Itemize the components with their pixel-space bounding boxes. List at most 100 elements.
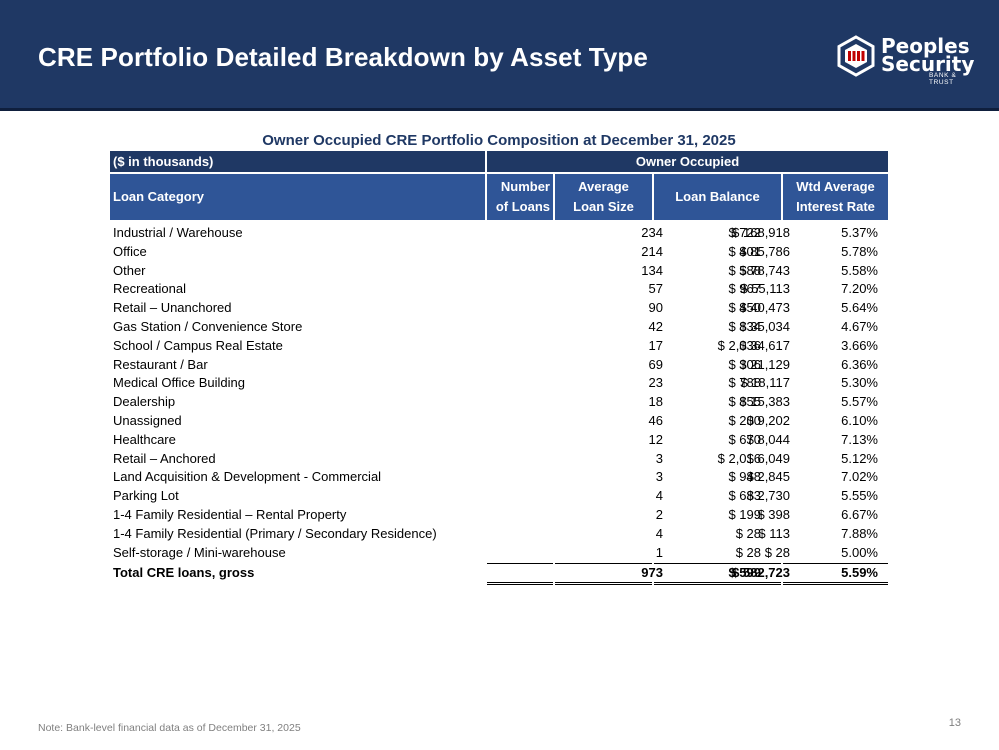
table-row: Dealership 18 $ 855 $ 15,383 5.57%: [110, 393, 888, 412]
column-header-number-line2: of Loans: [495, 199, 550, 214]
column-header-balance: Loan Balance: [654, 174, 781, 220]
row-num: 214: [641, 243, 663, 259]
table-row: Retail – Anchored 3 $ 2,016 $ 6,049 5.12%: [110, 450, 888, 469]
double-rule: [654, 584, 781, 585]
logo-text-line2: Security: [881, 52, 975, 76]
total-num: 973: [641, 565, 663, 580]
total-category: Total CRE loans, gross: [113, 565, 255, 580]
row-balance: $ 2,730: [746, 488, 790, 504]
row-category: 1-4 Family Residential (Primary / Second…: [113, 525, 437, 541]
row-category: Land Acquisition & Development - Commerc…: [113, 469, 382, 485]
double-rule: [555, 584, 652, 585]
row-rate: 4.67%: [841, 318, 878, 334]
slide-header: CRE Portfolio Detailed Breakdown by Asse…: [0, 0, 999, 111]
footnote: Note: Bank-level financial data as of De…: [38, 722, 301, 734]
row-rate: 5.64%: [841, 300, 878, 316]
row-avg: $ 199: [728, 506, 761, 522]
page-title: CRE Portfolio Detailed Breakdown by Asse…: [38, 42, 648, 72]
row-rate: 7.13%: [841, 431, 878, 447]
row-category: 1-4 Family Residential – Rental Property: [113, 506, 347, 522]
table-row: Self-storage / Mini-warehouse 1 $ 28 $ 28 5.…: [110, 544, 888, 563]
logo-subtext: BANK & TRUST: [929, 72, 957, 86]
column-header-number-line1: Number: [500, 179, 550, 194]
row-rate: 3.66%: [841, 337, 878, 353]
row-num: 4: [655, 525, 663, 541]
row-rate: 5.30%: [841, 375, 878, 391]
table-row: School / Campus Real Estate 17 $ 2,036 $ 34…: [110, 337, 888, 356]
row-rate: 7.20%: [841, 281, 878, 297]
row-num: 234: [641, 225, 663, 240]
row-category: School / Campus Real Estate: [113, 337, 283, 353]
row-balance: $ 398: [757, 506, 790, 522]
row-category: Retail – Anchored: [113, 450, 216, 466]
column-header-balance-text: Loan Balance: [675, 189, 760, 204]
row-category: Gas Station / Convenience Store: [113, 318, 303, 334]
row-balance: $ 35,034: [739, 318, 790, 334]
row-category: Self-storage / Mini-warehouse: [113, 544, 286, 560]
column-header-average-line2: Loan Size: [573, 199, 634, 214]
row-num: 3: [655, 450, 663, 466]
double-rule: [555, 582, 652, 583]
row-balance: $ 28: [764, 544, 790, 560]
row-num: 57: [648, 281, 663, 297]
column-header-rate-line1: Wtd Average: [796, 179, 875, 194]
double-rule: [487, 584, 553, 585]
row-category: Industrial / Warehouse: [113, 225, 243, 240]
row-category: Retail – Unanchored: [113, 300, 232, 316]
row-category: Other: [113, 262, 146, 278]
row-rate: 5.57%: [841, 394, 878, 410]
row-balance: $ 85,786: [739, 243, 790, 259]
table-row: Other 134 $ 588 $ 78,743 5.58%: [110, 262, 888, 281]
table-row: 1-4 Family Residential (Primary / Second…: [110, 525, 888, 544]
row-rate: 6.67%: [841, 506, 878, 522]
row-category: Office: [113, 243, 147, 259]
row-balance: $ 40,473: [739, 300, 790, 316]
double-rule: [487, 582, 553, 583]
row-rate: 7.02%: [841, 469, 878, 485]
row-num: 46: [648, 412, 663, 428]
column-header-average-line1: Average: [578, 179, 629, 194]
row-balance: $ 2,845: [746, 469, 790, 485]
row-rate: 5.58%: [841, 262, 878, 278]
row-category: Healthcare: [113, 431, 176, 447]
table-row: 1-4 Family Residential – Rental Property…: [110, 506, 888, 525]
table-row: Medical Office Building 23 $ 788 $ 18,117 5.…: [110, 374, 888, 393]
total-balance: $ 582,723: [732, 565, 790, 580]
row-rate: 6.10%: [841, 412, 878, 428]
row-num: 69: [648, 356, 663, 372]
column-header-category: Loan Category: [110, 174, 485, 220]
row-avg: $ 28: [735, 544, 761, 560]
column-header-rate-line2: Interest Rate: [796, 199, 875, 214]
row-category: Parking Lot: [113, 488, 179, 504]
column-header-rate: Wtd Average Interest Rate: [783, 174, 888, 220]
row-balance: $ 9,202: [746, 412, 790, 428]
table-row: Recreational 57 $ 967 $ 55,113 7.20%: [110, 280, 888, 299]
row-num: 12: [648, 431, 663, 447]
table-row: Healthcare 12 $ 670 $ 8,044 7.13%: [110, 431, 888, 450]
table-row: Unassigned 46 $ 200 $ 9,202 6.10%: [110, 412, 888, 431]
row-category: Medical Office Building: [113, 375, 245, 391]
row-rate: 5.37%: [841, 225, 878, 240]
row-num: 4: [655, 488, 663, 504]
table-row: Land Acquisition & Development - Commerc…: [110, 468, 888, 487]
group-label: Owner Occupied: [487, 151, 888, 172]
double-rule: [783, 582, 888, 583]
table-row: Gas Station / Convenience Store 42 $ 834 $ …: [110, 318, 888, 337]
row-balance: $ 18,117: [740, 375, 790, 391]
row-balance: $ 34,617: [739, 337, 790, 353]
row-category: Restaurant / Bar: [113, 356, 208, 372]
table-body: Industrial / Warehouse 234 $ 722 $ 168,918 5…: [110, 224, 888, 562]
row-category: Unassigned: [113, 412, 182, 428]
row-num: 134: [641, 262, 663, 278]
row-balance: $ 78,743: [739, 262, 790, 278]
row-rate: 7.88%: [841, 525, 878, 541]
table-row: Retail – Unanchored 90 $ 450 $ 40,473 5.64%: [110, 299, 888, 318]
row-rate: 5.78%: [841, 243, 878, 259]
bank-logo-icon: [837, 35, 875, 77]
row-num: 23: [648, 375, 663, 391]
row-balance: $ 55,113: [740, 281, 790, 297]
column-header-number: Number of Loans: [487, 174, 553, 220]
page-number: 13: [948, 717, 961, 729]
row-num: 18: [648, 394, 663, 410]
double-rule: [654, 582, 781, 583]
